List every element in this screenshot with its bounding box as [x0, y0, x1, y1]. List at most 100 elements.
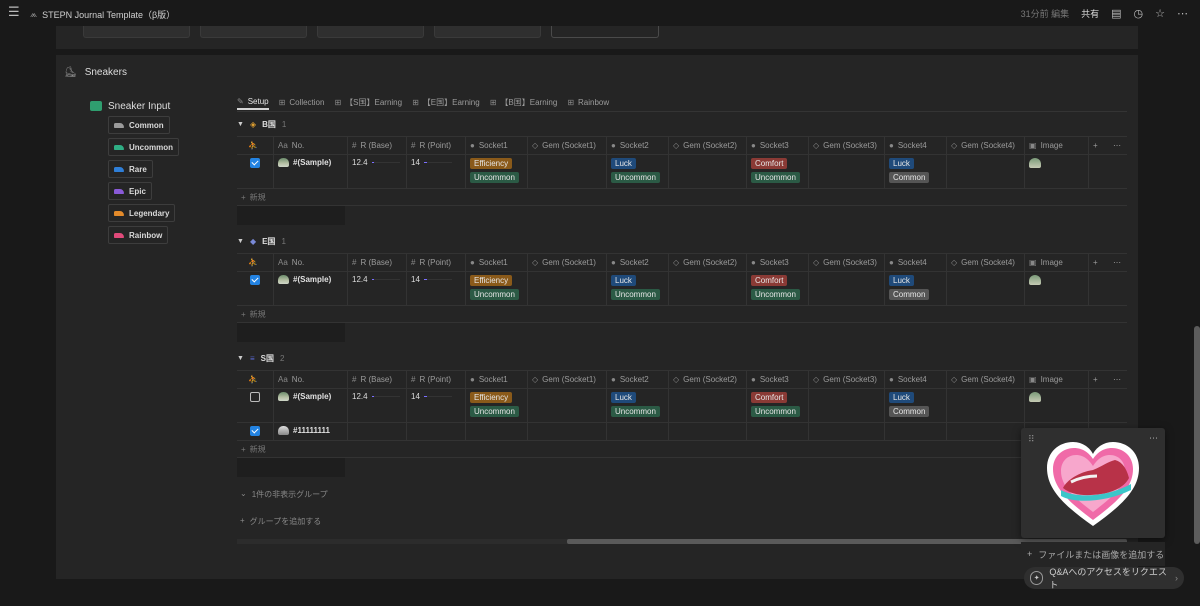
- gem-cell[interactable]: [669, 272, 747, 305]
- socket-cell[interactable]: Comfort Uncommon: [747, 155, 809, 188]
- checkbox[interactable]: [250, 158, 260, 168]
- gem-cell[interactable]: [669, 155, 747, 188]
- calculate-row[interactable]: [237, 323, 345, 342]
- gem-cell[interactable]: [947, 423, 1025, 440]
- add-column-button[interactable]: +: [1089, 254, 1109, 271]
- gem-cell[interactable]: [809, 389, 885, 422]
- column-header[interactable]: ◇ Gem (Socket2): [669, 137, 747, 154]
- checkbox[interactable]: [250, 275, 260, 285]
- column-header[interactable]: ● Socket2: [607, 254, 669, 271]
- socket-cell[interactable]: Luck Common: [885, 389, 947, 422]
- sneaker-input-heading[interactable]: Sneaker Input: [90, 99, 179, 113]
- column-header[interactable]: ⛹: [237, 137, 274, 154]
- add-file-button[interactable]: + ファイルまたは画像を追加する: [1021, 542, 1165, 566]
- rarity-button-epic[interactable]: Epic: [108, 182, 152, 200]
- tab-2[interactable]: ⊞ 【S国】Earning: [334, 94, 402, 110]
- column-header[interactable]: ◇ Gem (Socket1): [528, 254, 607, 271]
- column-header[interactable]: ● Socket1: [466, 254, 528, 271]
- tab-4[interactable]: ⊞ 【B国】Earning: [490, 94, 558, 110]
- group-header[interactable]: ▼ ≡ S国 2: [237, 351, 1127, 366]
- triangle-down-icon[interactable]: ▼: [237, 238, 244, 245]
- socket-cell[interactable]: Efficiency Uncommon: [466, 272, 528, 305]
- new-row-button[interactable]: + 新規: [237, 306, 1127, 323]
- column-header[interactable]: ▣ Image: [1025, 137, 1089, 154]
- socket-cell[interactable]: Luck Common: [885, 272, 947, 305]
- name-cell[interactable]: #(Sample): [274, 389, 348, 422]
- socket-cell[interactable]: Efficiency Uncommon: [466, 389, 528, 422]
- column-header[interactable]: ◇ Gem (Socket4): [947, 371, 1025, 388]
- menu-icon[interactable]: ☰: [8, 5, 20, 18]
- tab-1[interactable]: ⊞ Collection: [279, 94, 325, 110]
- page-title[interactable]: ⩕ STEPN Journal Template（β版）: [30, 8, 175, 21]
- number-cell[interactable]: 12.4: [348, 272, 407, 305]
- tab-5[interactable]: ⊞ Rainbow: [567, 94, 609, 110]
- number-cell[interactable]: 14: [407, 272, 466, 305]
- socket-cell[interactable]: [466, 423, 528, 440]
- image-cell[interactable]: [1025, 155, 1089, 188]
- column-header[interactable]: # R (Base): [348, 137, 407, 154]
- column-header[interactable]: # R (Point): [407, 371, 466, 388]
- table-row[interactable]: #(Sample) 12.4 14 Efficiency Uncommon Luck Unc…: [237, 272, 1127, 306]
- column-header[interactable]: ● Socket1: [466, 137, 528, 154]
- socket-cell[interactable]: Luck Uncommon: [607, 389, 669, 422]
- column-header[interactable]: Aa No.: [274, 371, 348, 388]
- column-header[interactable]: ◇ Gem (Socket2): [669, 254, 747, 271]
- column-header[interactable]: ● Socket3: [747, 137, 809, 154]
- column-header[interactable]: ◇ Gem (Socket2): [669, 371, 747, 388]
- column-header[interactable]: ◇ Gem (Socket3): [809, 254, 885, 271]
- column-header[interactable]: # R (Point): [407, 254, 466, 271]
- add-group-button[interactable]: + グループを追加する: [240, 516, 321, 527]
- socket-cell[interactable]: Luck Uncommon: [607, 155, 669, 188]
- star-icon[interactable]: ☆: [1155, 7, 1165, 20]
- triangle-down-icon[interactable]: ▼: [237, 121, 244, 128]
- gem-cell[interactable]: [669, 389, 747, 422]
- card[interactable]: [83, 26, 190, 38]
- number-cell[interactable]: [407, 423, 466, 440]
- column-header[interactable]: ● Socket4: [885, 137, 947, 154]
- calculate-row[interactable]: [237, 206, 345, 225]
- image-thumbnail[interactable]: [1029, 275, 1041, 285]
- vertical-scrollbar[interactable]: [1194, 326, 1200, 544]
- column-header[interactable]: # R (Base): [348, 254, 407, 271]
- image-cell[interactable]: [1025, 272, 1089, 305]
- name-cell[interactable]: #(Sample): [274, 272, 348, 305]
- calculate-row[interactable]: [237, 458, 345, 477]
- socket-cell[interactable]: Luck Common: [885, 155, 947, 188]
- qa-access-request-button[interactable]: ✦ Q&Aへのアクセスをリクエスト ›: [1024, 567, 1184, 590]
- tab-0[interactable]: ✎ Setup: [237, 94, 269, 110]
- column-header[interactable]: ● Socket2: [607, 371, 669, 388]
- column-header[interactable]: ◇ Gem (Socket1): [528, 371, 607, 388]
- socket-cell[interactable]: Comfort Uncommon: [747, 272, 809, 305]
- hidden-groups-toggle[interactable]: ⌄ 1件の非表示グループ: [240, 489, 328, 500]
- rarity-button-rainbow[interactable]: Rainbow: [108, 226, 169, 244]
- card[interactable]: [317, 26, 424, 38]
- group-header[interactable]: ▼ ◆ E国 1: [237, 234, 1127, 249]
- socket-cell[interactable]: Efficiency Uncommon: [466, 155, 528, 188]
- socket-cell[interactable]: [747, 423, 809, 440]
- checkbox[interactable]: [250, 392, 260, 402]
- number-cell[interactable]: [348, 423, 407, 440]
- gem-cell[interactable]: [528, 423, 607, 440]
- gem-cell[interactable]: [669, 423, 747, 440]
- card[interactable]: [200, 26, 307, 38]
- image-cell[interactable]: [1025, 389, 1089, 422]
- triangle-down-icon[interactable]: ▼: [237, 355, 244, 362]
- column-header[interactable]: ⛹: [237, 254, 274, 271]
- gem-cell[interactable]: [947, 272, 1025, 305]
- rarity-button-legendary[interactable]: Legendary: [108, 204, 176, 222]
- rarity-button-rare[interactable]: Rare: [108, 160, 153, 178]
- column-header[interactable]: ▣ Image: [1025, 371, 1089, 388]
- share-button[interactable]: 共有: [1081, 7, 1099, 20]
- table-row[interactable]: #11111111: [237, 423, 1127, 441]
- number-cell[interactable]: 12.4: [348, 389, 407, 422]
- name-cell[interactable]: #(Sample): [274, 155, 348, 188]
- rarity-button-common[interactable]: Common: [108, 116, 170, 134]
- column-header[interactable]: Aa No.: [274, 137, 348, 154]
- number-cell[interactable]: 14: [407, 155, 466, 188]
- more-icon[interactable]: ⋯: [1149, 433, 1158, 444]
- clock-icon[interactable]: ◷: [1134, 7, 1144, 20]
- column-header[interactable]: ● Socket3: [747, 371, 809, 388]
- column-header[interactable]: ⛹: [237, 371, 274, 388]
- add-column-button[interactable]: +: [1089, 371, 1109, 388]
- table-row[interactable]: #(Sample) 12.4 14 Efficiency Uncommon Luck Unc…: [237, 389, 1127, 423]
